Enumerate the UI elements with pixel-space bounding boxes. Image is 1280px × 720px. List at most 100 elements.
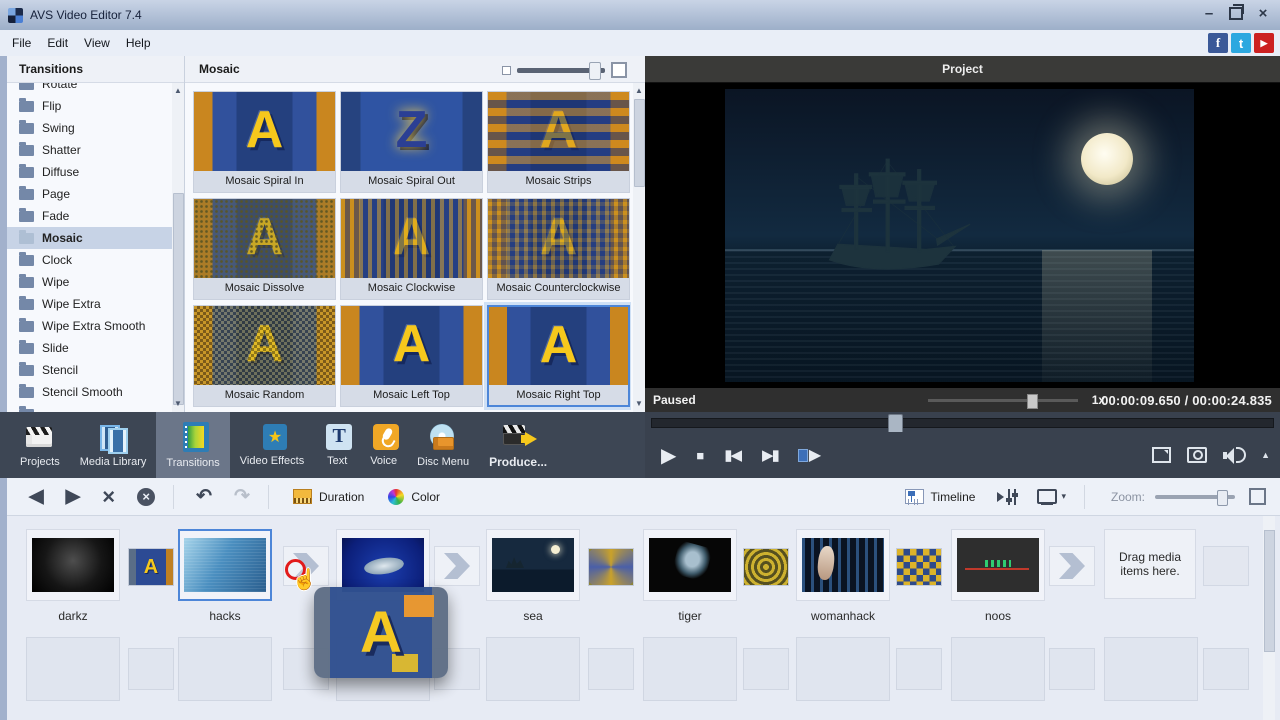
thumbnail-size-slider[interactable] bbox=[502, 62, 627, 78]
applied-transition-mosaic[interactable]: A bbox=[128, 548, 174, 586]
category-fade[interactable]: Fade bbox=[7, 205, 172, 227]
undo-button[interactable]: ↶ bbox=[196, 485, 212, 508]
transition-mosaic-strips[interactable]: A Mosaic Strips bbox=[487, 91, 630, 193]
menu-view[interactable]: View bbox=[76, 36, 118, 50]
empty-small-slot[interactable] bbox=[1049, 648, 1095, 690]
move-right-button[interactable]: ▶ bbox=[66, 485, 81, 508]
nav-disc-menu-button[interactable]: Disc Menu bbox=[407, 412, 479, 478]
redo-button[interactable]: ↷ bbox=[234, 485, 250, 508]
category-stencil-smooth[interactable]: Stencil Smooth bbox=[7, 381, 172, 403]
speed-slider[interactable] bbox=[928, 399, 1078, 402]
transition-mosaic-spiral-in[interactable]: A Mosaic Spiral In bbox=[193, 91, 336, 193]
transition-mosaic-left-top[interactable]: A Mosaic Left Top bbox=[340, 305, 483, 407]
category-page[interactable]: Page bbox=[7, 183, 172, 205]
transition-mosaic-dissolve[interactable]: A Mosaic Dissolve bbox=[193, 198, 336, 300]
empty-small-slot[interactable] bbox=[896, 648, 942, 690]
nav-video-effects-button[interactable]: ★ Video Effects bbox=[230, 412, 314, 478]
timeline-clip-darkz[interactable]: darkz bbox=[26, 529, 120, 623]
nav-voice-button[interactable]: Voice bbox=[360, 412, 407, 478]
empty-small-slot[interactable] bbox=[1203, 648, 1249, 690]
move-left-button[interactable]: ◀ bbox=[29, 485, 44, 508]
scroll-down-icon[interactable]: ▼ bbox=[633, 398, 645, 410]
category-partial[interactable] bbox=[7, 403, 172, 412]
scroll-up-icon[interactable]: ▲ bbox=[172, 85, 184, 97]
sidebar-scrollbar[interactable]: ▲ ▼ bbox=[172, 83, 184, 412]
nav-projects-button[interactable]: Projects bbox=[10, 412, 70, 478]
empty-small-slot[interactable] bbox=[128, 648, 174, 690]
transition-mosaic-random[interactable]: A Mosaic Random bbox=[193, 305, 336, 407]
monitor-dropdown-icon[interactable]: ▾ bbox=[1061, 491, 1066, 502]
empty-clip-slot[interactable] bbox=[796, 637, 890, 701]
empty-clip-slot[interactable] bbox=[643, 637, 737, 701]
seek-bar[interactable] bbox=[651, 418, 1274, 428]
duration-button[interactable]: Duration bbox=[293, 489, 364, 504]
scrollbar-thumb[interactable] bbox=[173, 193, 184, 405]
step-playback-button[interactable]: ▶ bbox=[798, 445, 821, 465]
facebook-icon[interactable]: f bbox=[1208, 33, 1228, 53]
drop-zone-hint[interactable]: Drag media items here. bbox=[1104, 529, 1196, 599]
color-button[interactable]: Color bbox=[388, 489, 440, 505]
transition-mosaic-spiral-out[interactable]: Z Mosaic Spiral Out bbox=[340, 91, 483, 193]
category-rotate[interactable]: Rotate bbox=[7, 83, 172, 95]
timeline-clip-noos[interactable]: noos bbox=[951, 529, 1045, 623]
nav-media-library-button[interactable]: Media Library bbox=[70, 412, 157, 478]
timeline-clip-sea[interactable]: sea bbox=[486, 529, 580, 623]
youtube-icon[interactable]: ▶ bbox=[1254, 33, 1274, 53]
applied-transition-checker[interactable] bbox=[896, 548, 942, 586]
dragged-transition-ghost[interactable]: A bbox=[314, 587, 448, 678]
scrollbar-thumb[interactable] bbox=[634, 99, 645, 187]
menu-file[interactable]: File bbox=[4, 36, 39, 50]
size-slider-thumb[interactable] bbox=[589, 62, 601, 80]
category-stencil[interactable]: Stencil bbox=[7, 359, 172, 381]
volume-icon[interactable] bbox=[1223, 446, 1245, 464]
empty-clip-slot[interactable] bbox=[1104, 637, 1198, 701]
empty-clip-slot[interactable] bbox=[26, 637, 120, 701]
scroll-up-icon[interactable]: ▲ bbox=[633, 85, 645, 97]
twitter-icon[interactable]: t bbox=[1231, 33, 1251, 53]
empty-small-slot[interactable] bbox=[743, 648, 789, 690]
timeline-view-button[interactable]: Timeline bbox=[905, 489, 976, 504]
empty-small-slot[interactable] bbox=[588, 648, 634, 690]
category-clock[interactable]: Clock bbox=[7, 249, 172, 271]
nav-text-button[interactable]: T Text bbox=[314, 412, 360, 478]
empty-clip-slot[interactable] bbox=[951, 637, 1045, 701]
snapshot-camera-icon[interactable] bbox=[1187, 447, 1207, 463]
category-mosaic[interactable]: Mosaic bbox=[7, 227, 172, 249]
transition-slot-arrow[interactable] bbox=[434, 546, 480, 586]
transition-mosaic-clockwise[interactable]: A Mosaic Clockwise bbox=[340, 198, 483, 300]
menu-edit[interactable]: Edit bbox=[39, 36, 76, 50]
restore-button[interactable] bbox=[1227, 4, 1245, 22]
next-frame-button[interactable]: ▶▮ bbox=[762, 446, 778, 464]
timeline-clip-hacks-selected[interactable]: hacks bbox=[178, 529, 272, 623]
menu-help[interactable]: Help bbox=[118, 36, 159, 50]
gallery-scrollbar[interactable]: ▲ ▼ bbox=[633, 83, 645, 412]
size-slider-track[interactable] bbox=[517, 68, 605, 73]
timeline-scrollbar[interactable] bbox=[1263, 516, 1275, 720]
empty-clip-slot[interactable] bbox=[178, 637, 272, 701]
delete-all-button[interactable]: × bbox=[137, 488, 155, 506]
fullscreen-icon[interactable] bbox=[1152, 447, 1171, 463]
delete-button[interactable]: × bbox=[102, 484, 115, 510]
fit-to-screen-icon[interactable] bbox=[1249, 488, 1266, 505]
stop-button[interactable]: ■ bbox=[696, 448, 702, 463]
previous-frame-button[interactable]: ▮◀ bbox=[724, 446, 740, 464]
category-swing[interactable]: Swing bbox=[7, 117, 172, 139]
scroll-down-icon[interactable]: ▼ bbox=[172, 398, 184, 410]
monitor-icon[interactable] bbox=[1037, 489, 1057, 505]
speed-slider-thumb[interactable] bbox=[1027, 394, 1038, 409]
zoom-slider-thumb[interactable] bbox=[1217, 490, 1228, 506]
play-button[interactable]: ▶ bbox=[661, 443, 674, 468]
category-flip[interactable]: Flip bbox=[7, 95, 172, 117]
transition-mosaic-counterclockwise[interactable]: A Mosaic Counterclockwise bbox=[487, 198, 630, 300]
nav-transitions-button-selected[interactable]: Transitions bbox=[156, 412, 229, 478]
minimize-button[interactable]: – bbox=[1200, 4, 1218, 22]
scrollbar-thumb[interactable] bbox=[1264, 530, 1275, 652]
timeline-clip-tiger[interactable]: tiger bbox=[643, 529, 737, 623]
applied-transition-spiral[interactable] bbox=[588, 548, 634, 586]
empty-transition-slot[interactable] bbox=[1203, 546, 1249, 586]
category-wipe[interactable]: Wipe bbox=[7, 271, 172, 293]
timeline-zoom-slider[interactable] bbox=[1155, 495, 1235, 499]
category-slide[interactable]: Slide bbox=[7, 337, 172, 359]
category-wipe-extra-smooth[interactable]: Wipe Extra Smooth bbox=[7, 315, 172, 337]
transition-mosaic-right-top-selected[interactable]: A Mosaic Right Top bbox=[487, 305, 630, 407]
